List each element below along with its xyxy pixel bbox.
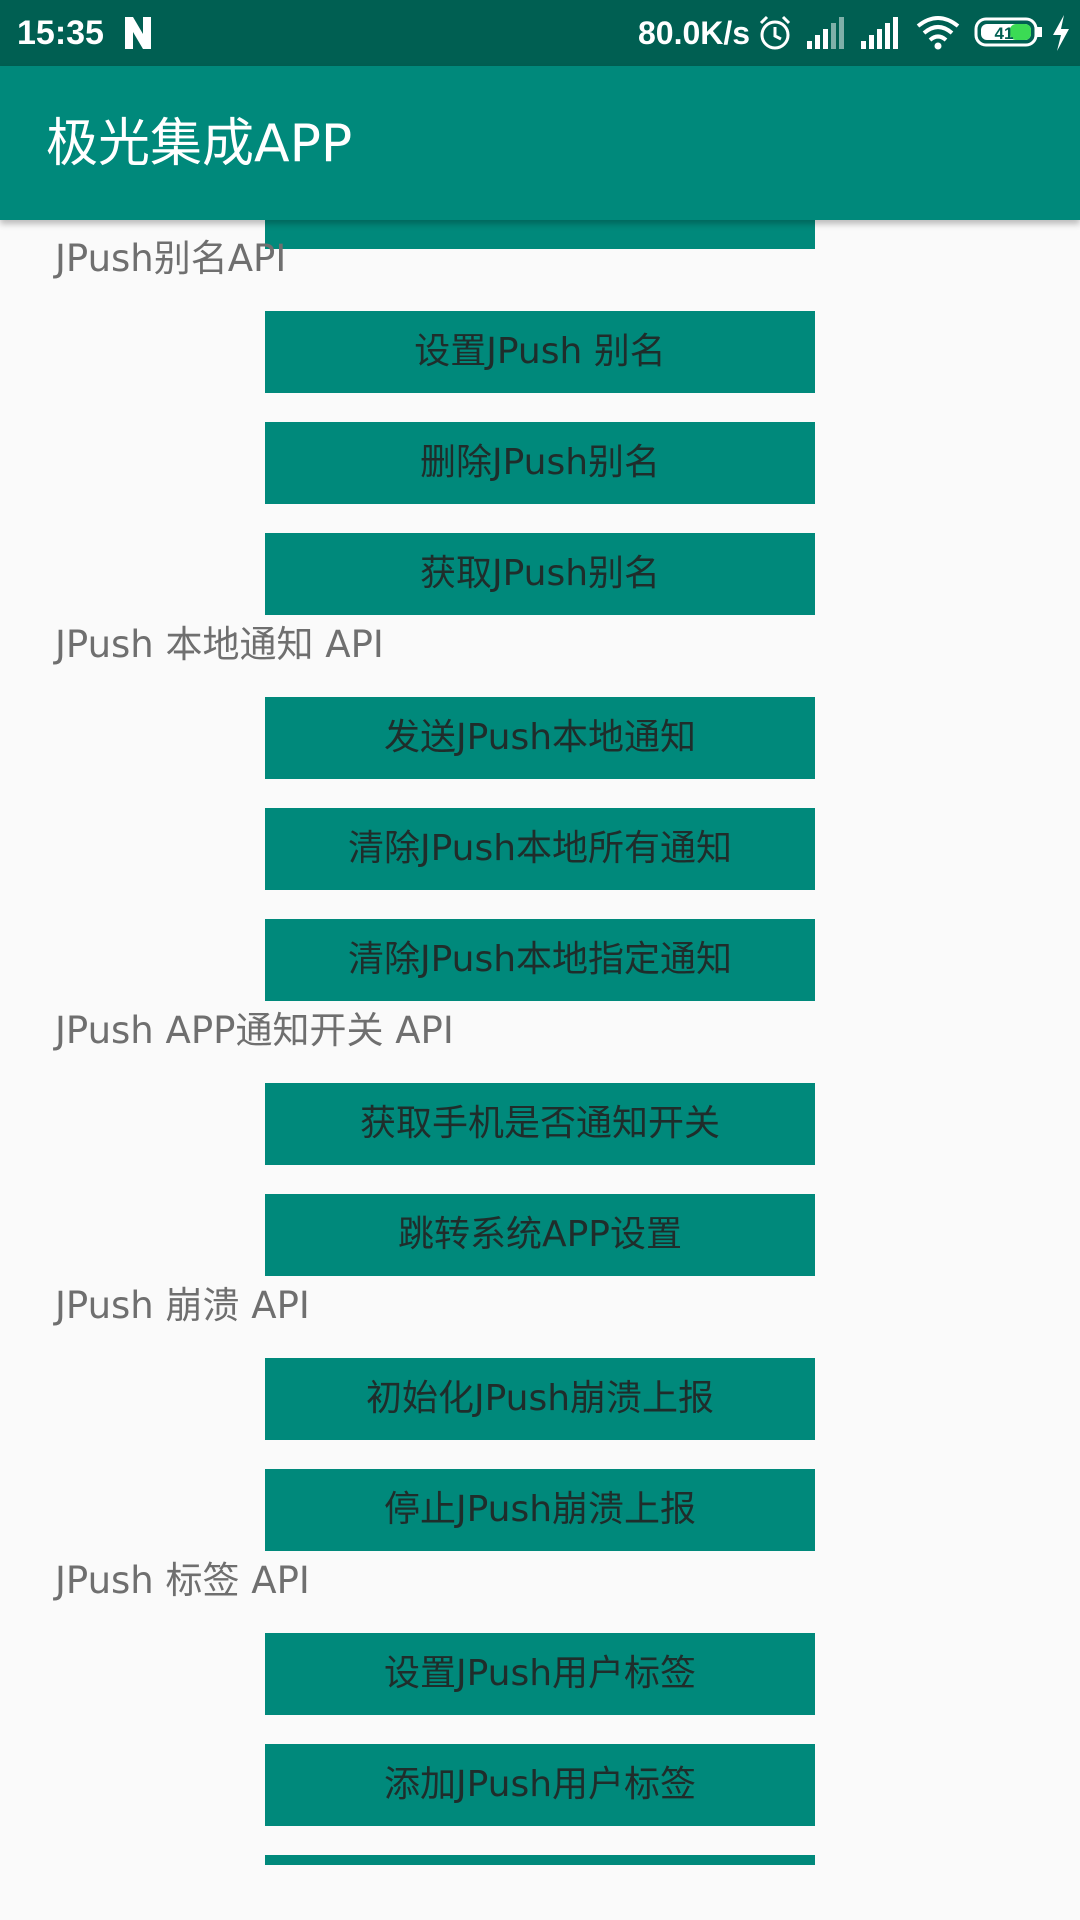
action-button-partial-top[interactable] xyxy=(265,220,815,249)
clear-all-local-notifications-button[interactable]: 清除JPush本地所有通知 xyxy=(265,808,815,890)
get-alias-button[interactable]: 获取JPush别名 xyxy=(265,533,815,615)
n-notification-icon xyxy=(125,17,151,49)
battery-icon: 41 xyxy=(974,17,1042,47)
set-alias-button[interactable]: 设置JPush 别名 xyxy=(265,311,815,393)
open-app-settings-button[interactable]: 跳转系统APP设置 xyxy=(265,1194,815,1276)
status-time: 15:35 xyxy=(17,14,104,52)
charging-icon xyxy=(1053,15,1069,51)
status-bar: 15:35 80.0K/s 41 xyxy=(0,0,1080,66)
network-speed: 80.0K/s xyxy=(638,15,751,51)
delete-alias-button[interactable]: 删除JPush别名 xyxy=(265,422,815,504)
clear-specific-local-notification-button[interactable]: 清除JPush本地指定通知 xyxy=(265,919,815,1001)
stop-crash-report-button[interactable]: 停止JPush崩溃上报 xyxy=(265,1469,815,1551)
wifi-icon xyxy=(916,16,960,50)
content-scroll[interactable]: JPush别名API 设置JPush 别名 删除JPush别名 获取JPush别… xyxy=(0,220,1080,1920)
app-bar: 极光集成APP xyxy=(0,66,1080,220)
init-crash-report-button[interactable]: 初始化JPush崩溃上报 xyxy=(265,1358,815,1440)
section-label-local-notification: JPush 本地通知 API xyxy=(55,623,384,666)
section-label-notification-switch: JPush APP通知开关 API xyxy=(55,1009,454,1052)
section-label-alias: JPush别名API xyxy=(55,237,287,280)
send-local-notification-button[interactable]: 发送JPush本地通知 xyxy=(265,697,815,779)
action-button-partial-bottom[interactable] xyxy=(265,1855,815,1865)
battery-level: 41 xyxy=(995,24,1014,43)
signal-icon xyxy=(807,17,844,49)
signal-icon xyxy=(861,17,898,49)
add-tags-button[interactable]: 添加JPush用户标签 xyxy=(265,1744,815,1826)
get-notification-switch-button[interactable]: 获取手机是否通知开关 xyxy=(265,1083,815,1165)
section-label-crash: JPush 崩溃 API xyxy=(55,1284,310,1327)
section-label-tags: JPush 标签 API xyxy=(55,1559,310,1602)
set-tags-button[interactable]: 设置JPush用户标签 xyxy=(265,1633,815,1715)
app-title: 极光集成APP xyxy=(46,114,353,174)
alarm-icon xyxy=(759,15,791,50)
